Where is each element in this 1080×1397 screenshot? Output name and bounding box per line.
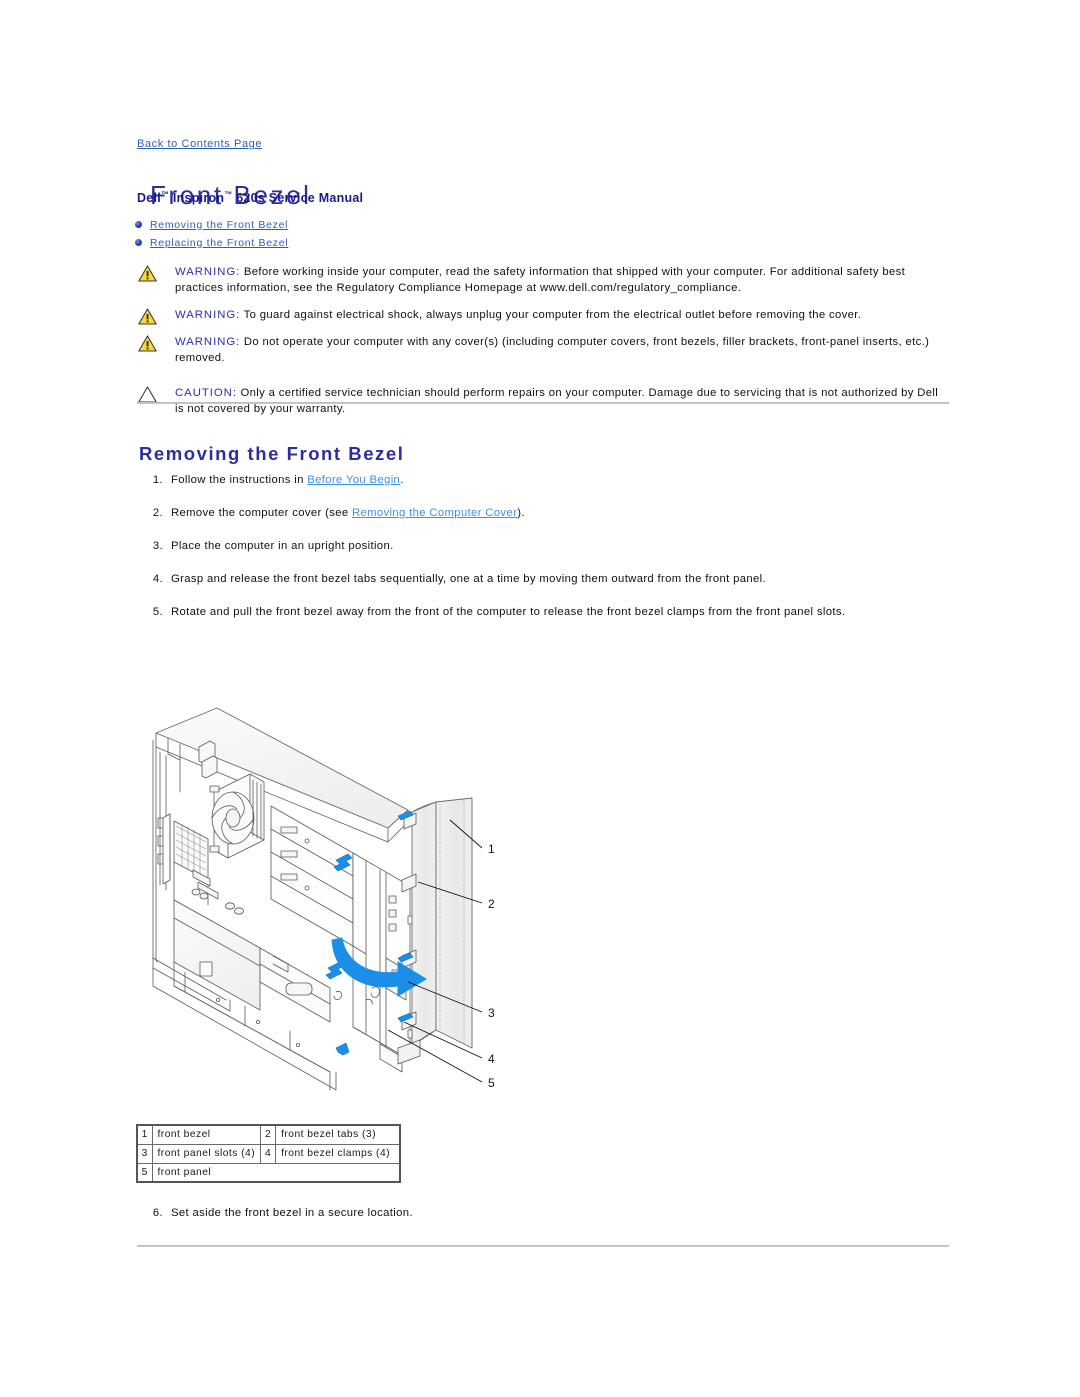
warning-body: To guard against electrical shock, alway… bbox=[240, 309, 862, 321]
trademark-symbol-1: ™ bbox=[160, 190, 170, 199]
caution-block: CAUTION: Only a certified service techni… bbox=[137, 385, 949, 417]
step-number: 6. bbox=[152, 1207, 163, 1219]
callout-2: 2 bbox=[488, 897, 495, 911]
warning-block-3: WARNING: Do not operate your computer wi… bbox=[137, 334, 949, 366]
warning-triangle-icon bbox=[138, 335, 157, 352]
bullet-icon bbox=[135, 239, 142, 246]
section-links-list: Removing the Front Bezel Replacing the F… bbox=[135, 217, 288, 253]
caution-text: CAUTION: Only a certified service techni… bbox=[175, 385, 949, 417]
step-text-pre: Rotate and pull the front bezel away fro… bbox=[171, 606, 846, 618]
warning-text-3: WARNING: Do not operate your computer wi… bbox=[175, 334, 949, 366]
step-3: 3. Place the computer in an upright posit… bbox=[143, 539, 953, 554]
warning-body: Before working inside your computer, rea… bbox=[175, 266, 906, 294]
step-5: 5. Rotate and pull the front bezel away f… bbox=[143, 605, 953, 620]
figure-front-bezel-removal: 1 2 3 4 5 bbox=[140, 700, 520, 1120]
subtitle-brand: Dell bbox=[137, 191, 161, 205]
link-before-you-begin[interactable]: Before You Begin bbox=[307, 474, 400, 486]
legend-num-1: 1 bbox=[136, 1124, 153, 1145]
warning-text-2: WARNING: To guard against electrical sho… bbox=[175, 307, 949, 323]
legend-num-2: 2 bbox=[260, 1124, 277, 1145]
document-subtitle: Dell™ Inspiron™ 620s Service Manual bbox=[137, 190, 363, 205]
warning-text-1: WARNING: Before working inside your comp… bbox=[175, 264, 949, 296]
caution-body: Only a certified service technician shou… bbox=[175, 387, 939, 415]
legend-label-2: front bezel tabs (3) bbox=[275, 1124, 401, 1145]
step-2: 2. Remove the computer cover (see Removin… bbox=[143, 506, 953, 521]
step-number: 4. bbox=[152, 573, 163, 585]
warning-label: WARNING: bbox=[175, 266, 241, 278]
table-row: 5 front panel bbox=[136, 1162, 401, 1183]
legend-num-4: 4 bbox=[260, 1143, 277, 1164]
step-number: 2. bbox=[152, 507, 163, 519]
warning-triangle-icon bbox=[138, 265, 157, 282]
figure-legend-table: 1 front bezel 2 front bezel tabs (3) 3 f… bbox=[136, 1124, 401, 1183]
link-removing-the-computer-cover[interactable]: Removing the Computer Cover bbox=[352, 507, 517, 519]
warning-label: WARNING: bbox=[175, 309, 241, 321]
step-text-pre: Follow the instructions in bbox=[171, 474, 308, 486]
procedure-steps-list: 1. Follow the instructions in Before You … bbox=[143, 473, 953, 638]
table-row: 1 front bezel 2 front bezel tabs (3) bbox=[136, 1124, 401, 1145]
list-item[interactable]: Removing the Front Bezel bbox=[135, 217, 288, 232]
back-to-contents-link[interactable]: Back to Contents Page bbox=[137, 138, 262, 150]
divider-bottom bbox=[137, 1245, 949, 1247]
legend-num-5: 5 bbox=[136, 1162, 153, 1183]
step-6: 6. Set aside the front bezel in a secure … bbox=[143, 1207, 413, 1219]
caution-label: CAUTION: bbox=[175, 387, 237, 399]
step-text-pre: Remove the computer cover (see bbox=[171, 507, 353, 519]
warning-triangle-icon bbox=[138, 308, 157, 325]
trademark-symbol-2: ™ bbox=[224, 190, 233, 199]
warning-block-2: WARNING: To guard against electrical sho… bbox=[137, 307, 949, 325]
divider-top bbox=[137, 402, 949, 404]
link-replacing-the-front-bezel[interactable]: Replacing the Front Bezel bbox=[150, 237, 288, 249]
step-4: 4. Grasp and release the front bezel tabs… bbox=[143, 572, 953, 587]
warning-label: WARNING: bbox=[175, 336, 241, 348]
step-text-post: . bbox=[400, 474, 404, 486]
callout-3: 3 bbox=[488, 1006, 495, 1020]
step-number: 5. bbox=[152, 606, 163, 618]
caution-triangle-icon bbox=[138, 386, 157, 403]
legend-label-4: front bezel clamps (4) bbox=[275, 1143, 401, 1164]
legend-label-3: front panel slots (4) bbox=[151, 1143, 262, 1164]
legend-label-5: front panel bbox=[151, 1162, 401, 1183]
table-row: 3 front panel slots (4) 4 front bezel cl… bbox=[136, 1143, 401, 1164]
subtitle-rest: 620s Service Manual bbox=[236, 191, 364, 205]
list-item[interactable]: Replacing the Front Bezel bbox=[135, 235, 288, 250]
legend-num-3: 3 bbox=[136, 1143, 153, 1164]
subtitle-product: Inspiron bbox=[172, 191, 225, 205]
legend-label-1: front bezel bbox=[151, 1124, 262, 1145]
warning-block-1: WARNING: Before working inside your comp… bbox=[137, 264, 949, 296]
step-text-pre: Place the computer in an upright positio… bbox=[171, 540, 394, 552]
callout-4: 4 bbox=[488, 1052, 495, 1066]
section-heading-removing-front-bezel: Removing the Front Bezel bbox=[139, 443, 405, 465]
step-text-pre: Grasp and release the front bezel tabs s… bbox=[171, 573, 767, 585]
warning-body: Do not operate your computer with any co… bbox=[175, 336, 930, 364]
document-page: Back to Contents Page Front Bezel Dell™ … bbox=[0, 0, 1080, 1397]
step-number: 1. bbox=[152, 474, 163, 486]
bullet-icon bbox=[135, 221, 142, 228]
step-1: 1. Follow the instructions in Before You … bbox=[143, 473, 953, 488]
callout-5: 5 bbox=[488, 1076, 495, 1090]
step-text: Set aside the front bezel in a secure lo… bbox=[171, 1207, 413, 1219]
link-removing-the-front-bezel[interactable]: Removing the Front Bezel bbox=[150, 219, 288, 231]
step-number: 3. bbox=[152, 540, 163, 552]
callout-1: 1 bbox=[488, 842, 495, 856]
step-text-post: ). bbox=[517, 507, 525, 519]
